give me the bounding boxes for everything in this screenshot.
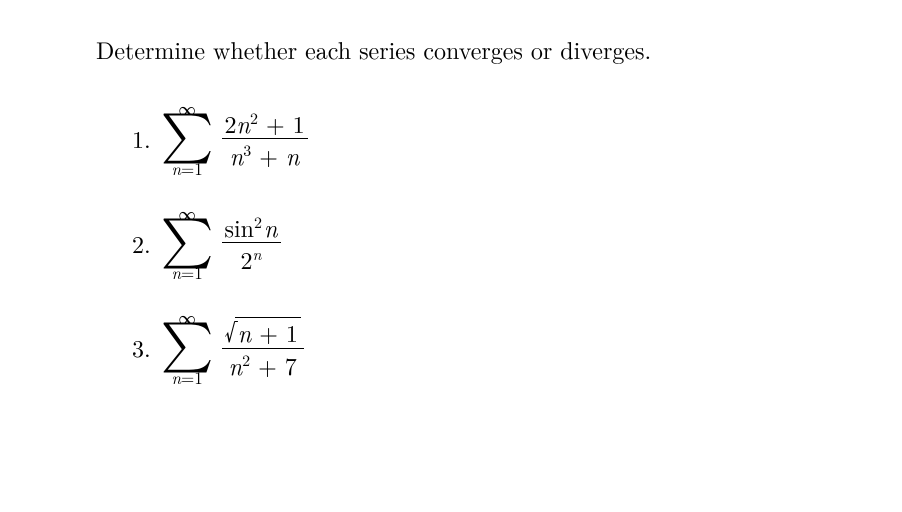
- numerator: sin2n: [222, 214, 281, 239]
- denominator: n2 + 7: [226, 352, 300, 377]
- denominator: n3 + n: [227, 142, 303, 167]
- sigma-lower-limit: n=1: [171, 369, 202, 386]
- sigma-symbol: ∞ ∑ n=1: [161, 100, 214, 177]
- numerator: √ n + 1: [222, 317, 304, 345]
- denominator: 2n: [238, 246, 265, 271]
- sigma-glyph: ∑: [161, 115, 214, 158]
- fraction: 2n2 + 1 n3 + n: [222, 110, 308, 167]
- fraction: √ n + 1 n2 + 7: [222, 317, 304, 377]
- problem-2-number: 2.: [132, 226, 151, 260]
- sigma-symbol: ∞ ∑ n=1: [161, 205, 214, 282]
- problem-2: 2. ∞ ∑ n=1 sin2n 2n: [132, 205, 902, 282]
- problem-3: 3. ∞ ∑ n=1 √ n + 1 n2 + 7: [132, 309, 902, 386]
- radicand: n + 1: [235, 317, 301, 345]
- problem-3-number: 3.: [132, 330, 151, 364]
- square-root: √ n + 1: [225, 317, 301, 345]
- sigma-lower-limit: n=1: [171, 160, 202, 177]
- sigma-symbol: ∞ ∑ n=1: [161, 309, 214, 386]
- fraction: sin2n 2n: [222, 214, 281, 271]
- sigma-glyph: ∑: [161, 220, 214, 263]
- numerator: 2n2 + 1: [222, 110, 308, 135]
- problem-1: 1. ∞ ∑ n=1 2n2 + 1 n3 + n: [132, 100, 902, 177]
- sigma-lower-limit: n=1: [171, 264, 202, 281]
- problem-1-number: 1.: [132, 121, 151, 155]
- instruction-text: Determine whether each series converges …: [96, 32, 902, 66]
- sigma-glyph: ∑: [161, 324, 214, 367]
- problem-list: 1. ∞ ∑ n=1 2n2 + 1 n3 + n 2. ∞ ∑ n=1 sin…: [96, 100, 902, 386]
